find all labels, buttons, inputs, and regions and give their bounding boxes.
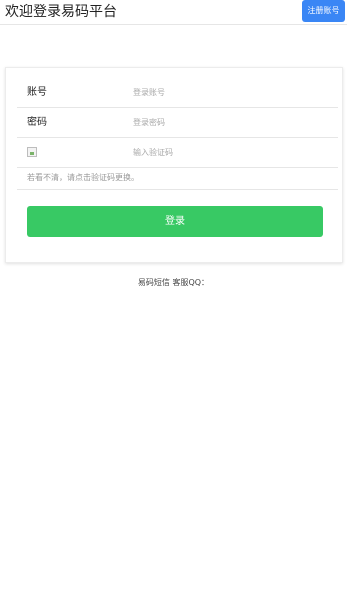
captcha-input[interactable] bbox=[133, 144, 329, 161]
password-row: 密码 bbox=[17, 108, 338, 138]
top-bar: 欢迎登录易码平台 注册账号 bbox=[0, 0, 347, 25]
account-input[interactable] bbox=[133, 84, 329, 101]
footer-contact: 易码短信 客服QQ： bbox=[137, 278, 210, 287]
register-button[interactable]: 注册账号 bbox=[302, 0, 345, 22]
captcha-row bbox=[17, 138, 338, 168]
captcha-hint: 若看不清，请点击验证码更换。 bbox=[27, 173, 139, 182]
password-label: 密码 bbox=[27, 117, 47, 128]
account-row: 账号 bbox=[17, 78, 338, 108]
login-card: 账号 密码 若看不清，请点击验证码更换。 登录 bbox=[5, 67, 343, 263]
captcha-image-icon[interactable] bbox=[27, 147, 37, 157]
page-title: 欢迎登录易码平台 bbox=[5, 4, 117, 20]
login-button[interactable]: 登录 bbox=[27, 206, 323, 237]
account-label: 账号 bbox=[27, 87, 47, 98]
password-input[interactable] bbox=[133, 114, 329, 131]
hint-row: 若看不清，请点击验证码更换。 bbox=[17, 168, 338, 190]
